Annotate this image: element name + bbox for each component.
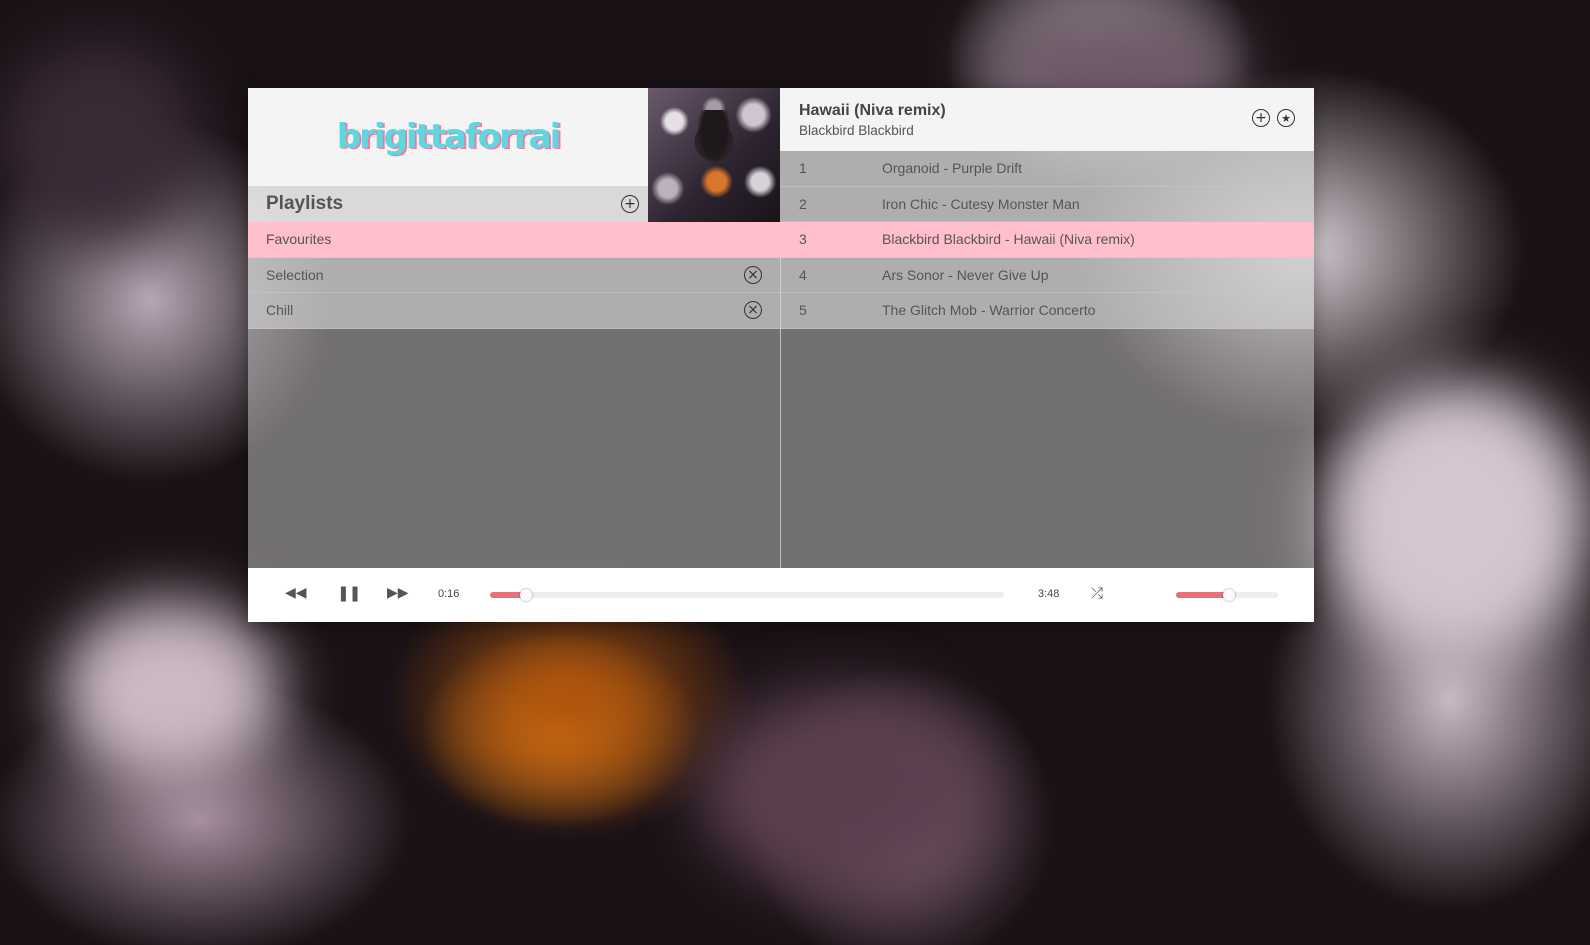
playlist-item[interactable]: Favourites bbox=[248, 222, 780, 258]
playlist-item[interactable]: Chill × bbox=[248, 293, 780, 329]
track-name: Blackbird Blackbird - Hawaii (Niva remix… bbox=[882, 231, 1135, 248]
track-number: 2 bbox=[799, 195, 807, 212]
track-name: Iron Chic - Cutesy Monster Man bbox=[882, 195, 1080, 212]
music-player: brigittaforrai Playlists + Favourites Sel… bbox=[248, 88, 1314, 622]
current-time: 0:16 bbox=[438, 588, 460, 600]
track-row[interactable]: 3 Blackbird Blackbird - Hawaii (Niva remi… bbox=[780, 222, 1314, 258]
track-number: 1 bbox=[799, 160, 807, 177]
background-blur bbox=[700, 690, 980, 890]
tracklist-panel: Hawaii (Niva remix) Blackbird Blackbird … bbox=[780, 88, 1314, 568]
volume-slider-fill bbox=[1176, 592, 1230, 598]
now-playing-header: Hawaii (Niva remix) Blackbird Blackbird … bbox=[780, 88, 1314, 151]
brand-header: brigittaforrai bbox=[248, 88, 648, 186]
volume-slider-knob[interactable] bbox=[1223, 589, 1236, 601]
playlist-panel: brigittaforrai Playlists + Favourites Sel… bbox=[248, 88, 780, 568]
playback-controls: ◀◀ ❚❚ ▶▶ 0:16 3:48 ⤮ bbox=[248, 568, 1314, 622]
album-cover bbox=[648, 88, 780, 222]
favourite-star-icon[interactable]: ★ bbox=[1277, 109, 1295, 127]
track-name: The Glitch Mob - Warrior Concerto bbox=[882, 302, 1096, 319]
now-playing-artist: Blackbird Blackbird bbox=[799, 123, 914, 138]
track-row[interactable]: 1 Organoid - Purple Drift bbox=[780, 151, 1314, 187]
now-playing-title: Hawaii (Niva remix) bbox=[799, 102, 946, 119]
add-to-playlist-icon[interactable]: + bbox=[1252, 109, 1270, 127]
remove-playlist-icon[interactable]: × bbox=[744, 265, 762, 284]
playlist-item[interactable]: Selection × bbox=[248, 257, 780, 293]
remove-playlist-icon[interactable]: × bbox=[744, 301, 762, 319]
shuffle-icon[interactable]: ⤮ bbox=[1091, 584, 1103, 602]
total-time: 3:48 bbox=[1038, 588, 1060, 600]
playlist-item-label: Selection bbox=[266, 266, 324, 283]
track-name: Ars Sonor - Never Give Up bbox=[882, 266, 1049, 283]
playlists-title: Playlists bbox=[266, 193, 344, 214]
track-list: 1 Organoid - Purple Drift 2 Iron Chic - Cut… bbox=[780, 151, 1314, 329]
track-row[interactable]: 5 The Glitch Mob - Warrior Concerto bbox=[780, 293, 1314, 329]
track-name: Organoid - Purple Drift bbox=[882, 160, 1023, 177]
playlists-header: Playlists + bbox=[248, 186, 648, 222]
track-number: 5 bbox=[799, 302, 807, 319]
pause-icon[interactable]: ❚❚ bbox=[337, 584, 361, 602]
brand-logo: brigittaforrai bbox=[336, 117, 561, 157]
volume-slider[interactable] bbox=[1176, 589, 1278, 601]
background-blur bbox=[0, 40, 200, 240]
background-blur bbox=[60, 600, 280, 780]
playlist-item-label: Favourites bbox=[266, 231, 332, 248]
playlist-item-label: Chill bbox=[266, 302, 294, 319]
track-number: 3 bbox=[799, 231, 807, 248]
rewind-icon[interactable]: ◀◀ bbox=[285, 585, 307, 601]
seek-slider-knob[interactable] bbox=[519, 589, 532, 601]
fast-forward-icon[interactable]: ▶▶ bbox=[387, 585, 409, 601]
track-row[interactable]: 2 Iron Chic - Cutesy Monster Man bbox=[780, 186, 1314, 222]
track-number: 4 bbox=[799, 266, 807, 283]
background-blur bbox=[1320, 380, 1590, 660]
track-row[interactable]: 4 Ars Sonor - Never Give Up bbox=[780, 257, 1314, 293]
album-cover-figure bbox=[694, 110, 734, 170]
add-playlist-icon[interactable]: + bbox=[621, 195, 639, 213]
seek-slider[interactable] bbox=[490, 589, 1004, 601]
playlist-list: Favourites Selection × Chill × bbox=[248, 222, 780, 329]
